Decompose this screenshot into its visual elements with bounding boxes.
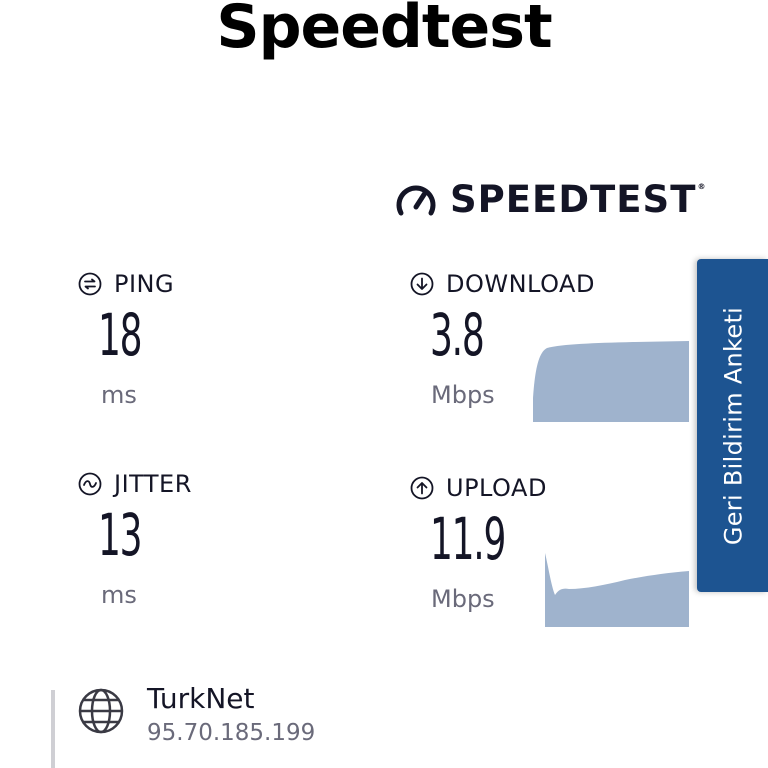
- upload-label: UPLOAD: [446, 474, 547, 502]
- download-label: DOWNLOAD: [446, 270, 595, 298]
- speedtest-logo: SPEEDTEST®: [394, 177, 707, 221]
- isp-name: TurkNet: [147, 682, 255, 715]
- ping-unit: ms: [101, 381, 137, 409]
- upload-arrow-icon: [410, 476, 434, 500]
- jitter-unit: ms: [101, 581, 137, 609]
- feedback-survey-tab[interactable]: Geri Bildirim Anketi: [697, 259, 768, 592]
- upload-graph: [545, 553, 689, 627]
- jitter-metric: JITTER 13 ms: [78, 469, 192, 609]
- upload-graph-area: [545, 553, 689, 627]
- download-graph-area: [533, 341, 689, 422]
- ping-metric: PING 18 ms: [78, 269, 174, 409]
- page-title: Speedtest: [216, 0, 552, 62]
- isp-divider: [51, 690, 55, 768]
- isp-ip-address: 95.70.185.199: [147, 720, 316, 746]
- feedback-survey-label: Geri Bildirim Anketi: [719, 306, 747, 545]
- jitter-label: JITTER: [114, 470, 192, 498]
- upload-value: 11.9: [430, 505, 506, 573]
- download-graph: [533, 341, 689, 422]
- upload-unit: Mbps: [431, 585, 495, 613]
- ping-value: 18: [98, 301, 143, 369]
- gauge-icon: [396, 185, 436, 216]
- globe-icon: [78, 688, 124, 734]
- upload-metric: UPLOAD 11.9 Mbps: [410, 473, 551, 613]
- jitter-value: 13: [98, 501, 143, 569]
- download-value: 3.8: [430, 301, 485, 369]
- ping-icon: [78, 272, 102, 296]
- jitter-icon: [78, 472, 102, 496]
- ping-label: PING: [114, 270, 175, 298]
- download-arrow-icon: [410, 272, 434, 296]
- brand-name: SPEEDTEST®: [450, 177, 707, 221]
